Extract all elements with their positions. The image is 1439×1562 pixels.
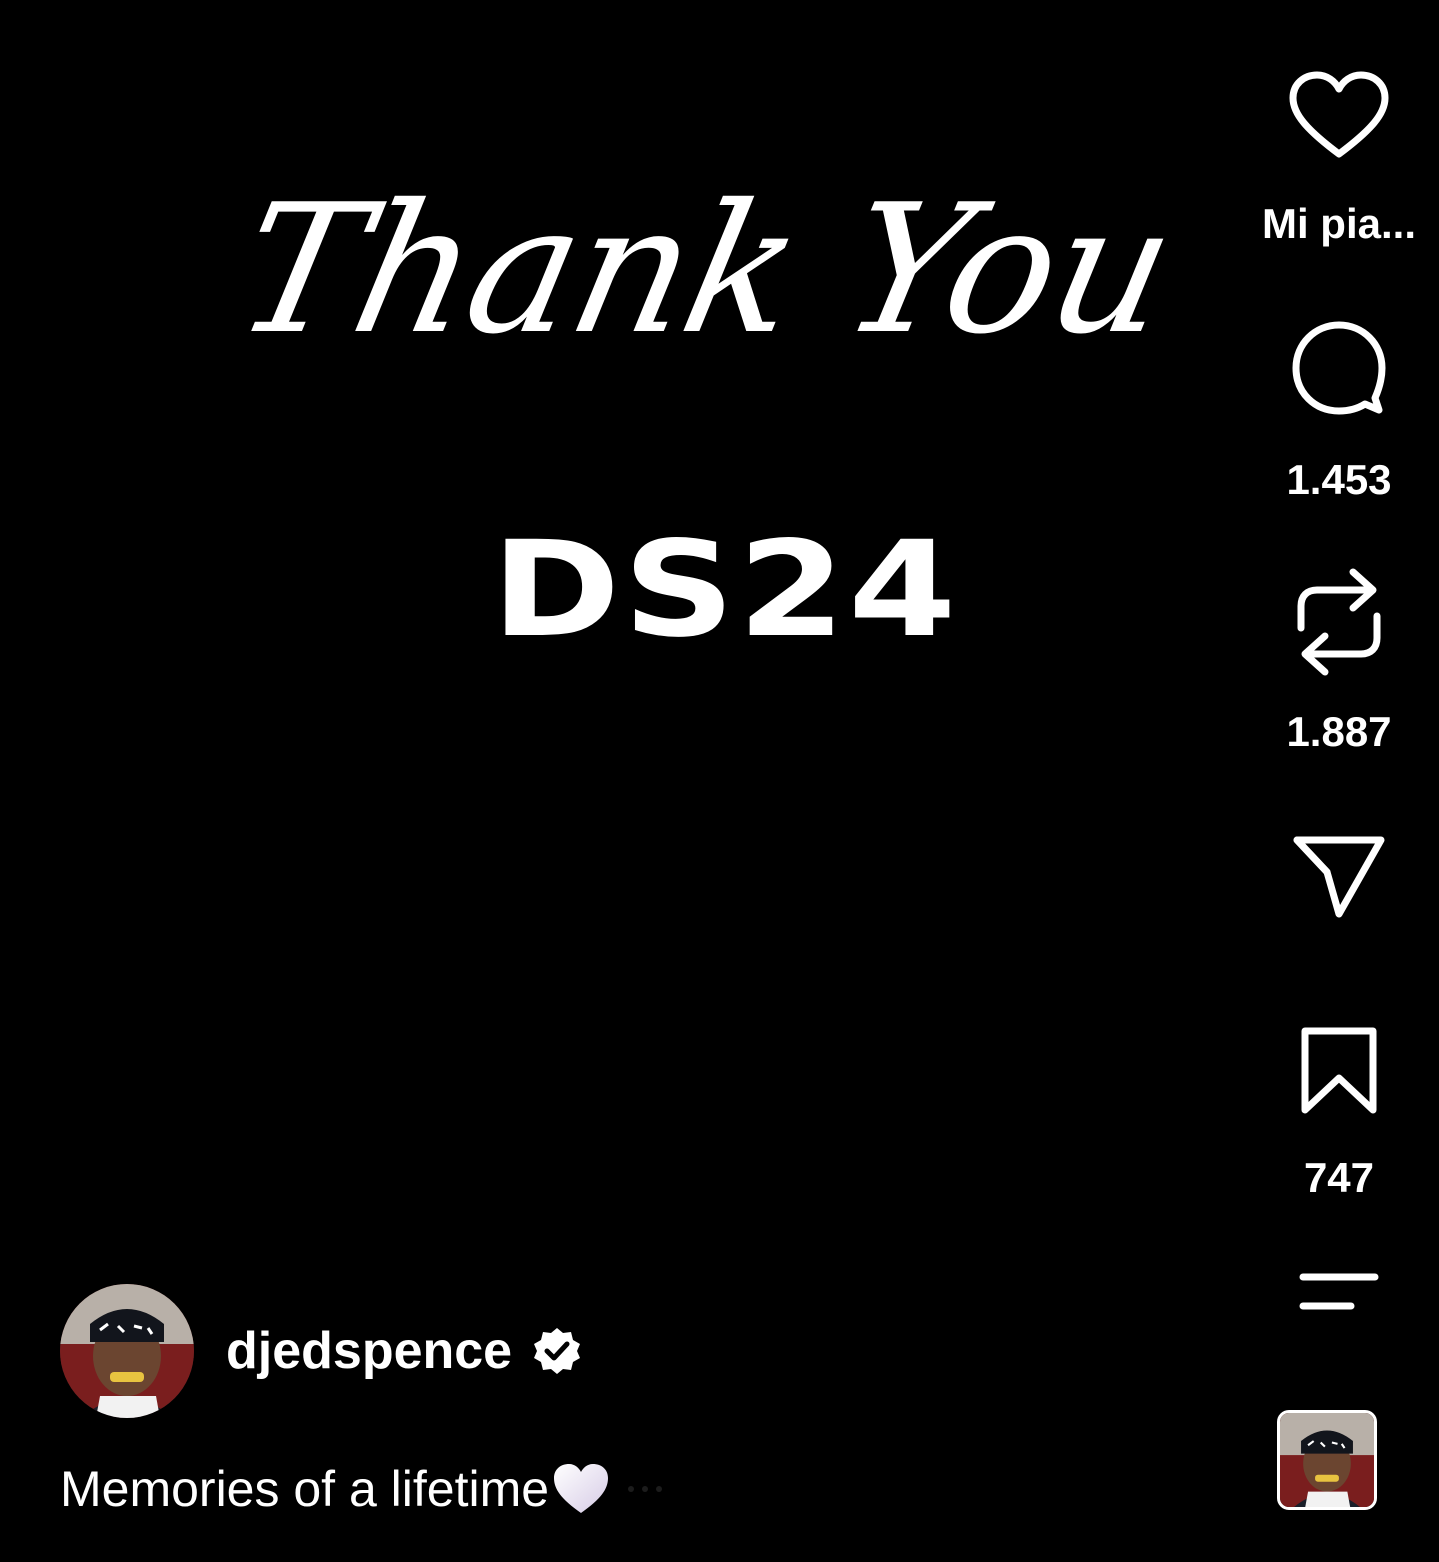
repost-count: 1.887 <box>1286 708 1392 755</box>
caption-text: Memories of a lifetime <box>60 1461 550 1517</box>
caption-more-icon[interactable] <box>625 1484 665 1494</box>
verified-badge-icon <box>534 1328 581 1374</box>
repost-action[interactable]: 1.887 <box>1239 566 1439 756</box>
comment-action[interactable]: 1.453 <box>1239 320 1439 504</box>
like-label[interactable]: Mi pia... <box>1262 200 1416 248</box>
menu-lines-icon[interactable] <box>1299 1270 1379 1314</box>
heart-outline-icon[interactable] <box>1287 70 1391 162</box>
more-menu-action[interactable] <box>1239 1270 1439 1314</box>
action-rail: Mi pia... 1.453 1.887 747 <box>1239 0 1439 1562</box>
avatar[interactable] <box>60 1284 194 1418</box>
share-action[interactable] <box>1239 834 1439 920</box>
like-action[interactable]: Mi pia... <box>1239 70 1439 248</box>
save-action[interactable]: 747 <box>1239 1026 1439 1202</box>
audio-thumbnail-photo <box>1280 1413 1374 1507</box>
post-script-title: Thank You <box>220 166 1190 373</box>
repost-arrows-icon[interactable] <box>1293 566 1385 678</box>
author-row[interactable]: djedspence <box>60 1284 582 1418</box>
post-brand-mark: DS24 <box>491 513 959 667</box>
author-username[interactable]: djedspence <box>226 1321 512 1381</box>
comment-bubble-icon[interactable] <box>1291 320 1387 416</box>
post-caption[interactable]: Memories of a lifetime <box>60 1460 665 1518</box>
bookmark-icon[interactable] <box>1299 1026 1379 1116</box>
comment-count: 1.453 <box>1286 456 1392 503</box>
save-count: 747 <box>1303 1154 1375 1201</box>
audio-thumbnail[interactable] <box>1277 1410 1377 1510</box>
white-heart-emoji-icon <box>554 1464 609 1513</box>
paper-plane-icon[interactable] <box>1291 834 1387 920</box>
avatar-photo <box>60 1284 194 1418</box>
